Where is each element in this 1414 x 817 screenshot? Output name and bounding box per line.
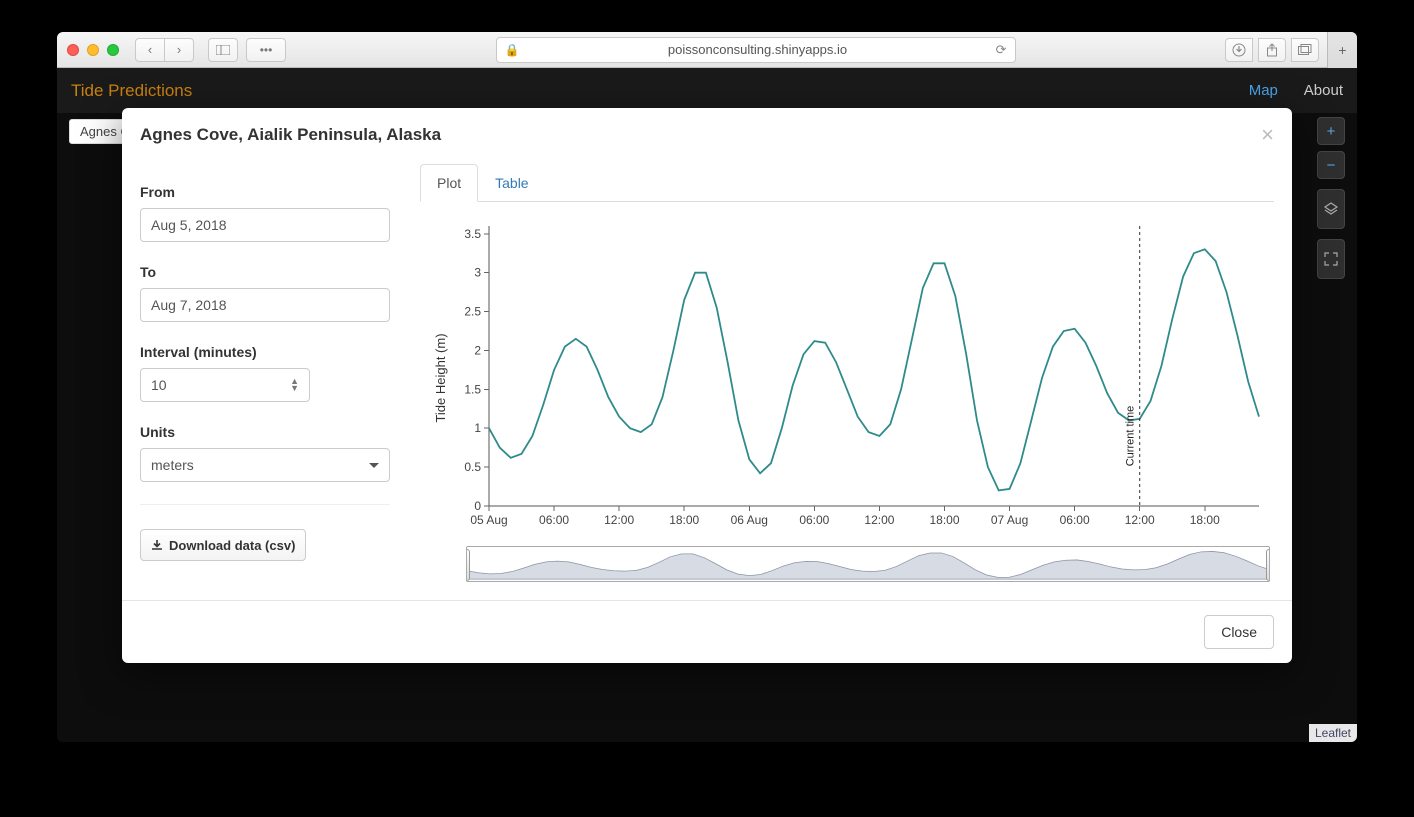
svg-text:06:00: 06:00 bbox=[539, 513, 569, 527]
close-window-icon[interactable] bbox=[67, 44, 79, 56]
tabs-button[interactable] bbox=[1291, 38, 1319, 62]
svg-text:12:00: 12:00 bbox=[1125, 513, 1155, 527]
layers-button[interactable] bbox=[1317, 189, 1345, 229]
download-icon bbox=[151, 539, 163, 551]
svg-text:2: 2 bbox=[474, 343, 481, 357]
y-axis-label: Tide Height (m) bbox=[433, 333, 448, 422]
app-content: Tide Predictions Map About Agnes Co + − … bbox=[57, 68, 1357, 742]
maximize-window-icon[interactable] bbox=[107, 44, 119, 56]
from-label: From bbox=[140, 184, 390, 200]
svg-text:1: 1 bbox=[474, 421, 481, 435]
svg-text:0: 0 bbox=[474, 499, 481, 513]
plot-pane: Plot Table 0 0.5 1 1.5 2 2.5 3 3.5 05 Aug 06:00 1… bbox=[420, 164, 1274, 582]
stepper-icon[interactable]: ▲▼ bbox=[290, 378, 299, 392]
range-overview[interactable] bbox=[466, 546, 1270, 582]
plot-tabs: Plot Table bbox=[420, 164, 1274, 202]
current-time-label: Current time bbox=[1125, 406, 1137, 467]
tide-form: From Aug 5, 2018 To Aug 7, 2018 Interval… bbox=[140, 164, 390, 582]
minimize-window-icon[interactable] bbox=[87, 44, 99, 56]
sidebar-button[interactable] bbox=[208, 38, 238, 62]
divider bbox=[140, 504, 390, 505]
svg-text:05 Aug: 05 Aug bbox=[470, 513, 507, 527]
svg-text:0.5: 0.5 bbox=[464, 460, 481, 474]
svg-text:1.5: 1.5 bbox=[464, 382, 481, 396]
window-controls bbox=[67, 44, 119, 56]
modal-title: Agnes Cove, Aialik Peninsula, Alaska bbox=[140, 125, 1261, 145]
map-attribution[interactable]: Leaflet bbox=[1309, 724, 1357, 742]
modal-close-icon[interactable]: × bbox=[1261, 122, 1274, 148]
app-nav: Map About bbox=[1227, 82, 1343, 99]
tide-modal: Agnes Cove, Aialik Peninsula, Alaska × F… bbox=[122, 108, 1292, 663]
svg-text:12:00: 12:00 bbox=[864, 513, 894, 527]
svg-text:06 Aug: 06 Aug bbox=[731, 513, 768, 527]
app-title: Tide Predictions bbox=[71, 81, 1227, 101]
address-bar[interactable]: 🔒 poissonconsulting.shinyapps.io ⟳ bbox=[496, 37, 1016, 63]
forward-button[interactable]: › bbox=[164, 38, 194, 62]
chevron-down-icon bbox=[369, 463, 379, 468]
svg-text:18:00: 18:00 bbox=[929, 513, 959, 527]
svg-text:06:00: 06:00 bbox=[799, 513, 829, 527]
interval-input[interactable]: 10 ▲▼ bbox=[140, 368, 310, 402]
svg-text:18:00: 18:00 bbox=[1190, 513, 1220, 527]
units-label: Units bbox=[140, 424, 390, 440]
interval-label: Interval (minutes) bbox=[140, 344, 390, 360]
nav-about[interactable]: About bbox=[1304, 82, 1343, 99]
svg-text:18:00: 18:00 bbox=[669, 513, 699, 527]
to-label: To bbox=[140, 264, 390, 280]
range-handle-left[interactable] bbox=[466, 549, 470, 581]
svg-text:2.5: 2.5 bbox=[464, 305, 481, 319]
svg-text:07 Aug: 07 Aug bbox=[991, 513, 1028, 527]
lock-icon: 🔒 bbox=[505, 43, 520, 57]
back-button[interactable]: ‹ bbox=[135, 38, 165, 62]
url-text: poissonconsulting.shinyapps.io bbox=[525, 42, 989, 57]
share-button[interactable] bbox=[1258, 38, 1286, 62]
browser-window: ‹ › ••• 🔒 poissonconsulting.shinyapps.io… bbox=[57, 32, 1357, 742]
nav-map[interactable]: Map bbox=[1249, 82, 1278, 99]
reload-icon[interactable]: ⟳ bbox=[996, 42, 1007, 58]
svg-text:12:00: 12:00 bbox=[604, 513, 634, 527]
from-date-input[interactable]: Aug 5, 2018 bbox=[140, 208, 390, 242]
extension-button[interactable]: ••• bbox=[246, 38, 286, 62]
zoom-out-button[interactable]: − bbox=[1317, 151, 1345, 179]
close-button[interactable]: Close bbox=[1204, 615, 1274, 649]
svg-text:3: 3 bbox=[474, 266, 481, 280]
svg-text:3.5: 3.5 bbox=[464, 227, 481, 241]
downloads-button[interactable] bbox=[1225, 38, 1253, 62]
units-select[interactable]: meters bbox=[140, 448, 390, 482]
zoom-in-button[interactable]: + bbox=[1317, 117, 1345, 145]
svg-text:06:00: 06:00 bbox=[1060, 513, 1090, 527]
to-date-input[interactable]: Aug 7, 2018 bbox=[140, 288, 390, 322]
tab-table[interactable]: Table bbox=[478, 164, 545, 202]
fullscreen-button[interactable] bbox=[1317, 239, 1345, 279]
tab-plot[interactable]: Plot bbox=[420, 164, 478, 202]
app-header: Tide Predictions Map About bbox=[57, 68, 1357, 113]
tide-chart[interactable]: 0 0.5 1 1.5 2 2.5 3 3.5 05 Aug 06:00 12:00 18:00 06… bbox=[420, 208, 1274, 548]
range-handle-right[interactable] bbox=[1266, 549, 1270, 581]
download-csv-button[interactable]: Download data (csv) bbox=[140, 529, 306, 561]
browser-titlebar: ‹ › ••• 🔒 poissonconsulting.shinyapps.io… bbox=[57, 32, 1357, 68]
